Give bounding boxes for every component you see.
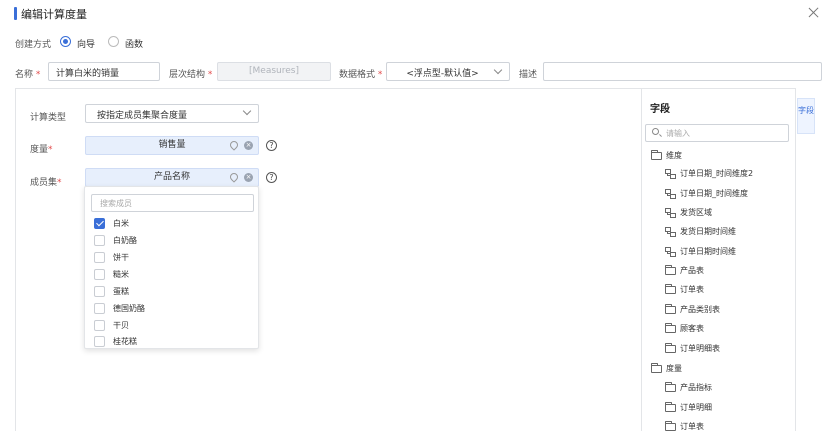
required-mark: * [35, 70, 41, 80]
tree-node-label: 订单日期时间维 [680, 247, 736, 256]
format-label-text: 数据格式 [339, 70, 376, 80]
folder-icon [665, 323, 676, 333]
tree-node-label: 订单明细 [680, 403, 712, 412]
member-option-label: 白奶酪 [113, 236, 137, 245]
member-search-input[interactable]: 搜索成员 [91, 194, 254, 212]
member-option[interactable]: 桂花糕 [93, 335, 253, 349]
tree-node-label: 订单表 [680, 285, 704, 294]
checkbox-checked[interactable] [94, 218, 105, 229]
member-option-label: 桂花糕 [113, 337, 137, 346]
fields-panel-title: 字段 [650, 104, 670, 115]
hierarchy-icon [665, 227, 676, 237]
side-tab-fields[interactable]: 字段 [797, 98, 815, 134]
folder-icon [665, 304, 676, 314]
field-search-input[interactable]: 请输入 [645, 124, 789, 142]
radio-wizard-label: 向导 [77, 40, 96, 50]
checkbox[interactable] [94, 286, 105, 297]
member-option-label: 蛋糕 [113, 287, 129, 296]
format-label: 数据格式 * [339, 67, 382, 80]
desc-label: 描述 [519, 70, 538, 80]
required-mark: * [207, 70, 213, 80]
hierarchy-icon [665, 169, 676, 179]
checkbox[interactable] [94, 252, 105, 263]
measure-label: 度量* [30, 142, 53, 155]
search-icon [652, 128, 659, 135]
hierarchy-label: 层次结构 * [169, 67, 212, 80]
tree-node-label: 产品指标 [680, 383, 712, 392]
member-set-value: 产品名称 [153, 172, 190, 182]
required-mark: * [377, 70, 383, 80]
member-option[interactable]: 德国奶酪 [93, 302, 253, 316]
measure-value: 销售量 [158, 140, 186, 150]
member-set-label-text: 成员集 [30, 178, 58, 188]
member-option-label: 德国奶酪 [113, 304, 145, 313]
radio-wizard[interactable] [60, 36, 71, 47]
member-option-label: 白米 [113, 219, 129, 228]
required-mark: * [57, 178, 62, 188]
folder-icon [665, 343, 676, 353]
clear-icon[interactable]: × [244, 173, 253, 182]
hierarchy-icon [665, 208, 676, 218]
checkbox[interactable] [94, 336, 105, 347]
checkbox[interactable] [94, 269, 105, 280]
folder-icon [665, 284, 676, 294]
help-icon[interactable]: ? [266, 140, 277, 151]
tree-node-label: 订单日期_时间维度 [680, 189, 748, 198]
member-option[interactable]: 白米 [93, 217, 253, 231]
tree-node-label: 订单日期_时间维度2 [680, 169, 754, 178]
tree-node-label: 发货日期时间维 [680, 227, 736, 236]
create-mode-label: 创建方式 [15, 40, 52, 50]
checkbox[interactable] [94, 303, 105, 314]
member-option-label: 干贝 [113, 321, 129, 330]
tree-node-label: 度量 [666, 364, 682, 373]
member-dropdown: 搜索成员 白米 白奶酪 饼干 糙米 蛋糕 德国奶酪 干贝 桂花糕 [84, 186, 259, 349]
field-search-placeholder: 请输入 [666, 129, 690, 138]
desc-input[interactable] [543, 62, 822, 81]
tree-node-label: 订单明细表 [680, 344, 720, 353]
member-option-label: 饼干 [113, 253, 129, 262]
edit-measure-dialog: 编辑计算度量 创建方式 向导 函数 名称 * 计算白米的销量 层次结构 * [M… [0, 0, 830, 431]
hierarchy-input: [Measures] [217, 62, 331, 81]
tree-node-label: 顾客表 [680, 324, 704, 333]
clear-icon[interactable]: × [244, 141, 253, 150]
required-mark: * [48, 145, 53, 155]
name-input[interactable]: 计算白米的销量 [48, 62, 160, 81]
name-label-text: 名称 [15, 70, 34, 80]
member-option[interactable]: 饼干 [93, 251, 253, 265]
name-label: 名称 * [15, 67, 40, 80]
member-option[interactable]: 白奶酪 [93, 234, 253, 248]
tree-node-label: 产品表 [680, 266, 704, 275]
hierarchy-icon [665, 189, 676, 199]
folder-icon [651, 363, 662, 373]
close-icon[interactable] [806, 5, 822, 21]
measure-label-text: 度量 [30, 145, 49, 155]
radio-function[interactable] [108, 36, 119, 47]
format-select[interactable]: <浮点型-默认值> [386, 62, 510, 81]
folder-icon [665, 265, 676, 275]
member-option[interactable]: 干贝 [93, 319, 253, 333]
tree-node-label: 维度 [666, 151, 682, 160]
folder-icon [665, 382, 676, 392]
member-option[interactable]: 糙米 [93, 268, 253, 282]
member-option-label: 糙米 [113, 270, 129, 279]
tree-node-label: 订单表 [680, 422, 704, 431]
folder-icon [665, 402, 676, 412]
folder-icon [651, 150, 662, 160]
member-set-label: 成员集* [30, 175, 62, 188]
dialog-title: 编辑计算度量 [21, 8, 87, 21]
dialog-title-bar: 编辑计算度量 [0, 0, 830, 28]
folder-icon [665, 421, 676, 431]
calc-type-select[interactable]: 按指定成员集聚合度量 [85, 104, 259, 123]
calc-type-label: 计算类型 [30, 113, 67, 123]
radio-function-label: 函数 [125, 40, 144, 50]
title-accent-bar [14, 7, 17, 20]
hierarchy-label-text: 层次结构 [169, 70, 206, 80]
tree-node-label: 发货区域 [680, 208, 712, 217]
member-option[interactable]: 蛋糕 [93, 285, 253, 299]
help-icon[interactable]: ? [266, 172, 277, 183]
checkbox[interactable] [94, 235, 105, 246]
hierarchy-icon [665, 247, 676, 257]
tree-node-label: 产品类别表 [680, 305, 720, 314]
checkbox[interactable] [94, 320, 105, 331]
